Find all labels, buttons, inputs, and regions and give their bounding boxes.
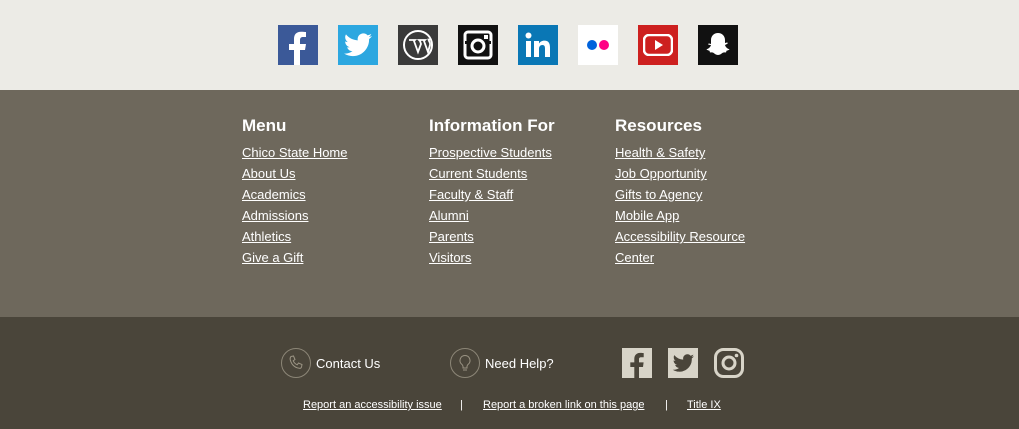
menu-link-list: Chico State Home About Us Academics Admi… — [242, 142, 348, 268]
link-center[interactable]: Center — [615, 250, 654, 265]
linkedin-icon[interactable] — [518, 25, 558, 65]
information-for-heading: Information For — [429, 116, 555, 135]
separator: | — [460, 399, 463, 411]
contact-us-label: Contact Us — [316, 355, 381, 371]
report-broken-link[interactable]: Report a broken link on this page — [483, 399, 644, 411]
bottom-social-icons — [622, 348, 744, 378]
instagram-icon[interactable] — [458, 25, 498, 65]
link-alumni[interactable]: Alumni — [429, 208, 469, 223]
report-accessibility-link[interactable]: Report an accessibility issue — [303, 399, 442, 411]
link-accessibility-resource[interactable]: Accessibility Resource — [615, 229, 745, 244]
need-help-label: Need Help? — [485, 355, 554, 371]
link-chico-state-home[interactable]: Chico State Home — [242, 145, 348, 160]
link-faculty-staff[interactable]: Faculty & Staff — [429, 187, 513, 202]
flickr-icon[interactable] — [578, 25, 618, 65]
menu-column: Menu Chico State Home About Us Academics… — [242, 116, 348, 268]
link-health-safety[interactable]: Health & Safety — [615, 145, 705, 160]
social-bar — [0, 0, 1019, 90]
link-academics[interactable]: Academics — [242, 187, 306, 202]
link-athletics[interactable]: Athletics — [242, 229, 291, 244]
menu-heading: Menu — [242, 116, 287, 135]
link-job-opportunity[interactable]: Job Opportunity — [615, 166, 707, 181]
contact-us-link[interactable]: Contact Us — [281, 348, 380, 378]
information-for-column: Information For Prospective Students Cur… — [429, 116, 555, 268]
link-give-a-gift[interactable]: Give a Gift — [242, 250, 303, 265]
bottom-bar: Contact Us Need Help? Report an accessib… — [0, 317, 1019, 429]
legal-links-row: Report an accessibility issue | Report a… — [0, 399, 1019, 415]
link-admissions[interactable]: Admissions — [242, 208, 308, 223]
title-ix-link[interactable]: Title IX — [687, 399, 721, 411]
resources-heading: Resources — [615, 116, 702, 135]
facebook-icon[interactable] — [278, 25, 318, 65]
resources-column: Resources Health & Safety Job Opportunit… — [615, 116, 745, 268]
youtube-icon[interactable] — [638, 25, 678, 65]
contact-row: Contact Us Need Help? — [0, 348, 1019, 380]
wordpress-icon[interactable] — [398, 25, 438, 65]
link-prospective-students[interactable]: Prospective Students — [429, 145, 552, 160]
link-gifts-to-agency[interactable]: Gifts to Agency — [615, 187, 702, 202]
information-for-link-list: Prospective Students Current Students Fa… — [429, 142, 555, 268]
snapchat-icon[interactable] — [698, 25, 738, 65]
social-icons-row — [278, 25, 738, 65]
twitter-icon[interactable] — [338, 25, 378, 65]
lightbulb-icon — [450, 348, 480, 378]
instagram-icon[interactable] — [714, 348, 744, 378]
link-current-students[interactable]: Current Students — [429, 166, 527, 181]
link-parents[interactable]: Parents — [429, 229, 474, 244]
twitter-icon[interactable] — [668, 348, 698, 378]
link-visitors[interactable]: Visitors — [429, 250, 471, 265]
resources-link-list: Health & Safety Job Opportunity Gifts to… — [615, 142, 745, 268]
phone-icon — [281, 348, 311, 378]
link-mobile-app[interactable]: Mobile App — [615, 208, 679, 223]
separator: | — [665, 399, 668, 411]
facebook-icon[interactable] — [622, 348, 652, 378]
footer-links-section: Menu Chico State Home About Us Academics… — [0, 90, 1019, 317]
need-help-link[interactable]: Need Help? — [450, 348, 554, 378]
link-about-us[interactable]: About Us — [242, 166, 295, 181]
